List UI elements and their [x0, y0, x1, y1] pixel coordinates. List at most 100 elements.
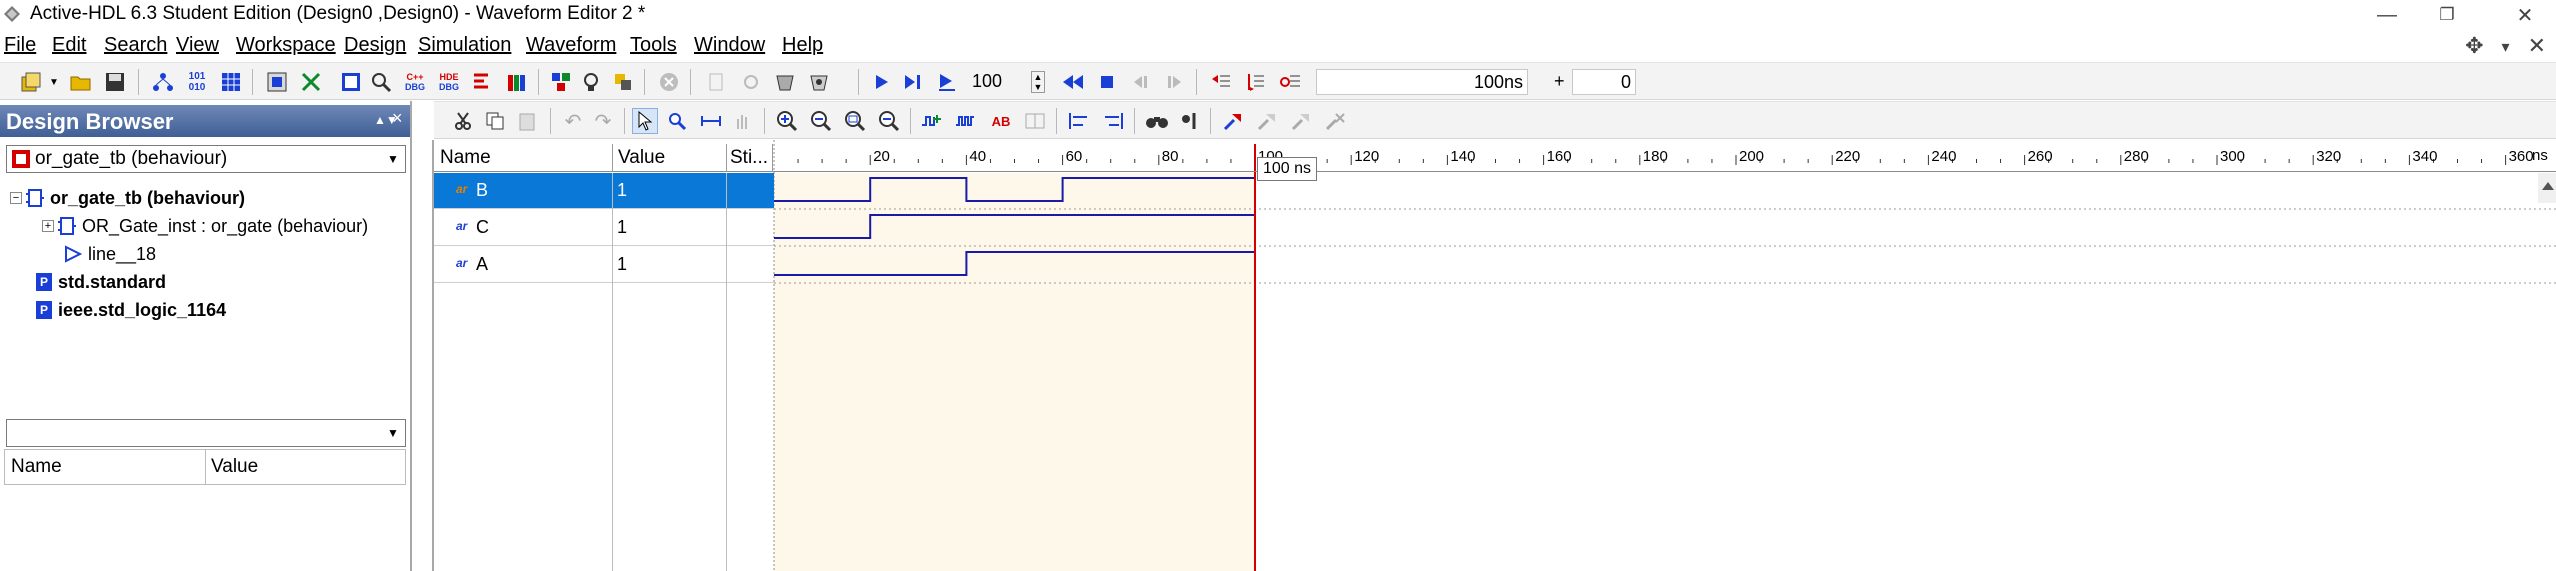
menu-workspace[interactable]: Workspace: [236, 34, 336, 57]
run-until-icon[interactable]: [900, 69, 926, 95]
signal-row-c[interactable]: ar C 1: [434, 210, 774, 246]
binary-icon[interactable]: 101 010: [184, 69, 210, 95]
column-signal-value[interactable]: Value: [618, 147, 665, 169]
add-bus-icon[interactable]: AB: [988, 108, 1014, 134]
signal-icon: ar: [456, 256, 468, 270]
tree-view-icon[interactable]: [468, 69, 494, 95]
align-left-icon[interactable]: [1066, 108, 1092, 134]
dropdown-icon[interactable]: ▾: [2502, 37, 2510, 59]
dropdown-arrow-icon[interactable]: ▼: [381, 146, 405, 172]
add-clock-icon[interactable]: [954, 108, 980, 134]
signal-row-a[interactable]: ar A 1: [434, 247, 774, 283]
top-level-value: or_gate_tb (behaviour): [35, 148, 228, 169]
iteration-field[interactable]: 0: [1572, 69, 1636, 95]
tree-item-or-gate-inst[interactable]: + OR_Gate_inst : or_gate (behaviour): [42, 213, 368, 239]
library-icon[interactable]: [264, 69, 290, 95]
menu-help[interactable]: Help: [782, 34, 823, 57]
dropdown-arrow-icon[interactable]: ▼: [381, 420, 405, 446]
compile-all-icon[interactable]: [806, 69, 832, 95]
menu-right-controls: ✥ ▾ ✕: [2465, 33, 2546, 59]
hand-disabled-icon: [730, 108, 756, 134]
run-icon[interactable]: [868, 69, 894, 95]
menu-simulation[interactable]: Simulation: [418, 34, 511, 57]
signal-icon: ar: [456, 182, 468, 196]
binoculars-icon[interactable]: [1144, 108, 1170, 134]
close-button[interactable]: ✕: [2496, 0, 2554, 30]
menu-waveform[interactable]: Waveform: [526, 34, 616, 57]
tools-icon[interactable]: [610, 69, 636, 95]
maximize-button[interactable]: ❐: [2418, 0, 2476, 30]
new-design-icon[interactable]: [18, 69, 44, 95]
breakpoint-clear-icon[interactable]: [1278, 69, 1304, 95]
zoom-out-icon[interactable]: [808, 108, 834, 134]
lightbulb-icon[interactable]: [578, 69, 604, 95]
title-bar: Active-HDL 6.3 Student Edition (Design0 …: [0, 0, 2556, 30]
library-manager-icon[interactable]: [504, 69, 530, 95]
process-icon: [65, 245, 82, 263]
menu-tools[interactable]: Tools: [630, 34, 677, 57]
end-simulation-icon[interactable]: [1094, 69, 1120, 95]
cut-icon[interactable]: [450, 108, 476, 134]
cpp-debug-icon[interactable]: C++ DBG: [402, 69, 428, 95]
menu-window[interactable]: Window: [694, 34, 765, 57]
zoom-range-icon[interactable]: [876, 108, 902, 134]
expand-icon[interactable]: +: [42, 220, 54, 232]
bookmark-icon[interactable]: [1220, 108, 1246, 134]
column-name[interactable]: Name: [11, 456, 62, 478]
top-level-selector[interactable]: or_gate_tb (behaviour) ▼: [6, 145, 406, 173]
menu-design[interactable]: Design: [344, 34, 406, 57]
design-flow-icon[interactable]: [548, 69, 574, 95]
tree-item-line-18[interactable]: line__18: [64, 241, 156, 267]
save-icon[interactable]: [102, 69, 128, 95]
breakpoint-list-icon[interactable]: [1208, 69, 1234, 95]
zoom-tool-icon[interactable]: [664, 108, 690, 134]
add-signal-icon[interactable]: [920, 108, 946, 134]
tree-item-or-gate-tb[interactable]: − or_gate_tb (behaviour): [10, 185, 245, 211]
restart-icon[interactable]: [1060, 69, 1086, 95]
menu-file[interactable]: File: [4, 34, 36, 57]
tree-item-ieee-std-logic[interactable]: P ieee.std_logic_1164: [36, 297, 226, 323]
find-event-icon[interactable]: [1176, 108, 1202, 134]
find-icon[interactable]: [368, 69, 394, 95]
close-document-icon[interactable]: ✕: [2528, 33, 2546, 59]
breakpoint-toggle-icon[interactable]: [1242, 69, 1268, 95]
column-value[interactable]: Value: [211, 456, 258, 478]
console-icon[interactable]: [338, 69, 364, 95]
run-for-icon[interactable]: [934, 69, 960, 95]
flow-icon[interactable]: [298, 69, 324, 95]
window-title: Active-HDL 6.3 Student Edition (Design0 …: [30, 3, 646, 24]
signal-name: B: [476, 180, 489, 200]
collapse-icon[interactable]: −: [10, 192, 22, 204]
measure-icon[interactable]: [698, 108, 724, 134]
move-icon[interactable]: ✥: [2465, 33, 2483, 59]
compile-icon[interactable]: [772, 69, 798, 95]
align-right-icon[interactable]: [1100, 108, 1126, 134]
object-selector[interactable]: ▼: [6, 419, 406, 447]
waveform-column-header: Name Value Sti...: [434, 144, 2556, 172]
menu-view[interactable]: View: [176, 34, 219, 57]
simulation-time-field[interactable]: 100ns: [1316, 69, 1528, 95]
bookmark-next-disabled-icon: [1254, 108, 1280, 134]
select-pointer-icon[interactable]: [632, 108, 658, 134]
step-time-spinner[interactable]: ▲ ▼: [1030, 69, 1046, 95]
tree-item-std-standard[interactable]: P std.standard: [36, 269, 166, 295]
hierarchy-icon[interactable]: [150, 69, 176, 95]
column-stimulator[interactable]: Sti...: [730, 147, 768, 169]
step-time-field[interactable]: 100 ns: [968, 69, 1026, 115]
copy-icon[interactable]: [482, 108, 508, 134]
tree-label: ieee.std_logic_1164: [58, 299, 227, 320]
menu-edit[interactable]: Edit: [52, 34, 86, 57]
new-dropdown-icon[interactable]: ▼: [48, 69, 60, 95]
open-folder-icon[interactable]: [68, 69, 94, 95]
minimize-button[interactable]: —: [2358, 0, 2416, 30]
grid-icon[interactable]: [218, 69, 244, 95]
panel-close-icon[interactable]: ×: [392, 108, 403, 129]
hdl-debug-icon[interactable]: HDE DBG: [436, 69, 462, 95]
app-icon: [4, 6, 20, 22]
column-signal-name[interactable]: Name: [440, 147, 491, 169]
zoom-in-icon[interactable]: [774, 108, 800, 134]
menu-search[interactable]: Search: [104, 34, 167, 57]
signal-row-b[interactable]: ar B 1: [434, 173, 774, 209]
waveform-toolbar: ↶ ↷ AB: [434, 101, 2556, 139]
zoom-fit-icon[interactable]: [842, 108, 868, 134]
